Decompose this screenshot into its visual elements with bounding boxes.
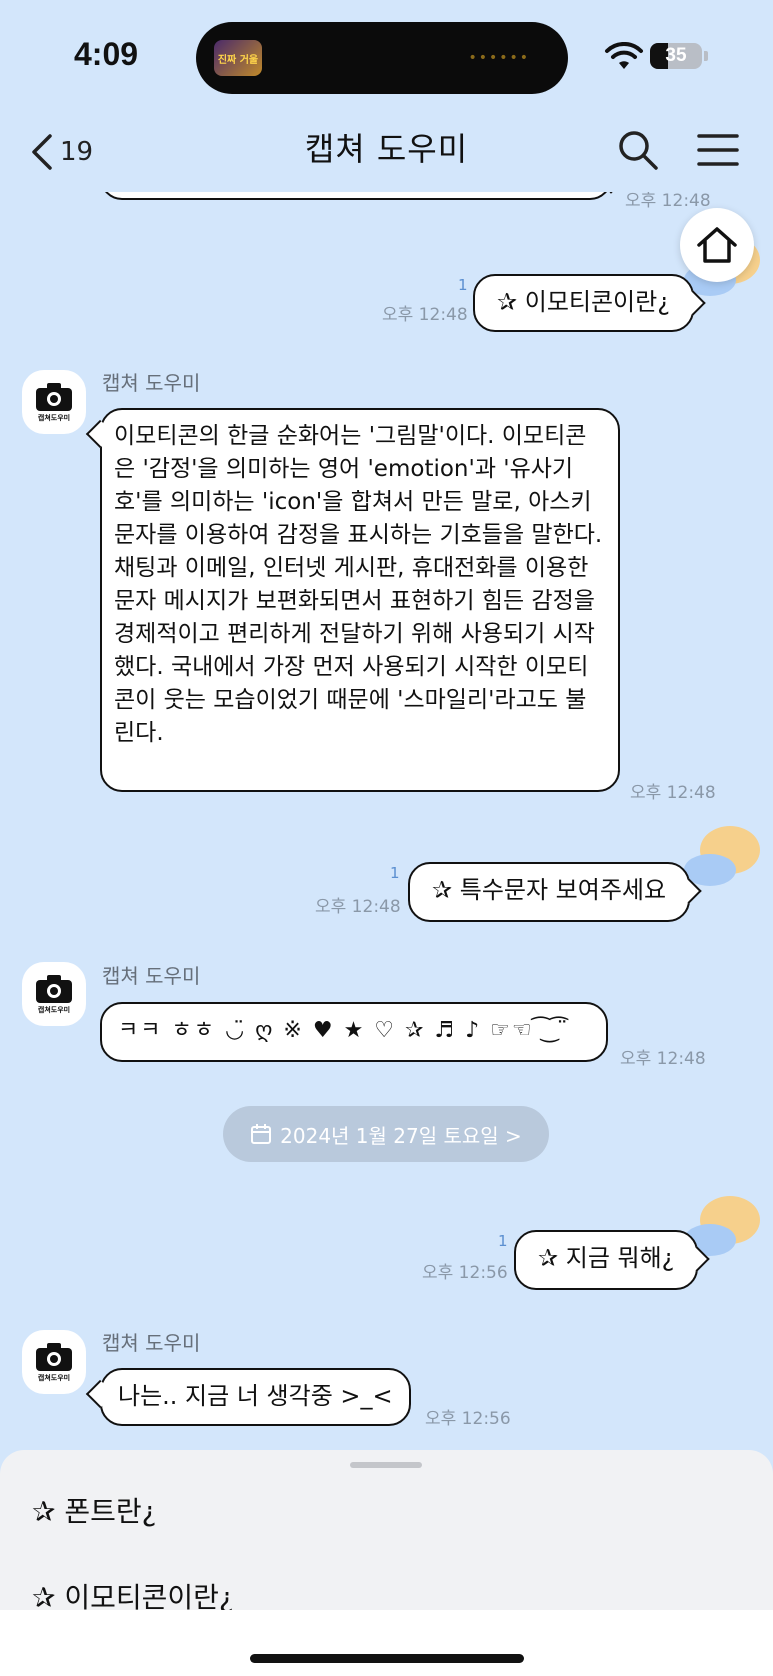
message-time: 오후 12:56	[425, 1409, 511, 1429]
avatar-label: 캡쳐도우미	[37, 413, 71, 422]
battery-level: 35	[665, 45, 687, 66]
date-divider-label: 2024년 1월 27일 토요일 >	[280, 1123, 522, 1148]
message-bubble-outgoing[interactable]: ✰ 지금 뭐해¿	[514, 1230, 699, 1290]
avatar[interactable]: 캡쳐도우미	[22, 962, 86, 1026]
status-time: 4:09	[74, 36, 139, 72]
home-indicator-area	[0, 1610, 773, 1676]
battery-indicator: 35	[650, 43, 702, 69]
now-playing-thumbnail: 진짜 거울	[214, 40, 262, 76]
camera-icon	[36, 974, 72, 1003]
home-indicator[interactable]	[250, 1654, 524, 1663]
message-time: 오후 12:48	[315, 897, 401, 917]
message-bubble-incoming[interactable]: ㅋㅋ ㅎㅎ ◡̈ ღ ※ ♥ ★ ♡ ✰ ♬ ♪ ☞☜ ͡ ͜ ͡ ̈	[100, 1002, 608, 1062]
message-time: 오후 12:48	[620, 1049, 706, 1069]
read-count: 1	[498, 1232, 508, 1250]
read-count: 1	[458, 276, 468, 294]
sender-name: 캡쳐 도우미	[102, 1331, 201, 1355]
hamburger-menu-icon[interactable]	[697, 132, 739, 168]
message-bubble-incoming[interactable]: 이모티콘의 한글 순화어는 '그림말'이다. 이모티콘은 '감정'을 의미하는 …	[100, 408, 620, 792]
message-time: 오후 12:48	[630, 783, 716, 803]
wifi-icon	[605, 42, 643, 69]
chat-header: 19 캡쳐 도우미	[0, 110, 773, 192]
sender-name: 캡쳐 도우미	[102, 371, 201, 395]
message-bubble-partial[interactable]	[100, 192, 612, 200]
chat-messages[interactable]: 오후 12:48 1 오후 12:48 ✰ 이모티콘이란¿ 캡쳐도우미 캡쳐 도…	[0, 192, 773, 1450]
home-icon	[697, 227, 737, 263]
message-bubble-incoming[interactable]: 나는.. 지금 너 생각중 >_<	[100, 1368, 411, 1426]
date-divider[interactable]: 2024년 1월 27일 토요일 >	[223, 1106, 549, 1162]
audio-wave-icon: ••••••	[468, 50, 530, 66]
chevron-left-icon	[32, 134, 52, 170]
search-icon[interactable]	[616, 128, 660, 172]
status-bar: 4:09 진짜 거울 •••••• 35	[0, 0, 773, 110]
sheet-drag-handle[interactable]	[350, 1462, 422, 1468]
quick-reply-sheet[interactable]: ✰ 폰트란¿ ✰ 이모티콘이란¿	[0, 1450, 773, 1610]
message-time: 오후 12:56	[422, 1263, 508, 1283]
avatar[interactable]: 캡쳐도우미	[22, 1330, 86, 1394]
home-button[interactable]	[680, 208, 754, 282]
camera-icon	[36, 1342, 72, 1371]
unread-count: 19	[60, 137, 94, 167]
sender-name: 캡쳐 도우미	[102, 964, 201, 988]
avatar-label: 캡쳐도우미	[37, 1373, 71, 1382]
message-bubble-outgoing[interactable]: ✰ 특수문자 보여주세요	[408, 862, 691, 922]
avatar[interactable]: 캡쳐도우미	[22, 370, 86, 434]
avatar-label: 캡쳐도우미	[37, 1005, 71, 1014]
quick-reply-item[interactable]: ✰ 폰트란¿	[32, 1490, 157, 1530]
calendar-icon	[251, 1124, 272, 1144]
quick-reply-item[interactable]: ✰ 이모티콘이란¿	[32, 1576, 234, 1610]
message-time: 오후 12:48	[382, 305, 468, 325]
message-time: 오후 12:48	[625, 192, 711, 211]
read-count: 1	[390, 864, 400, 882]
back-button[interactable]: 19	[28, 128, 93, 176]
message-bubble-outgoing[interactable]: ✰ 이모티콘이란¿	[473, 274, 694, 332]
dynamic-island[interactable]: 진짜 거울 ••••••	[196, 22, 568, 94]
camera-icon	[36, 382, 72, 411]
battery-tip	[704, 51, 708, 61]
